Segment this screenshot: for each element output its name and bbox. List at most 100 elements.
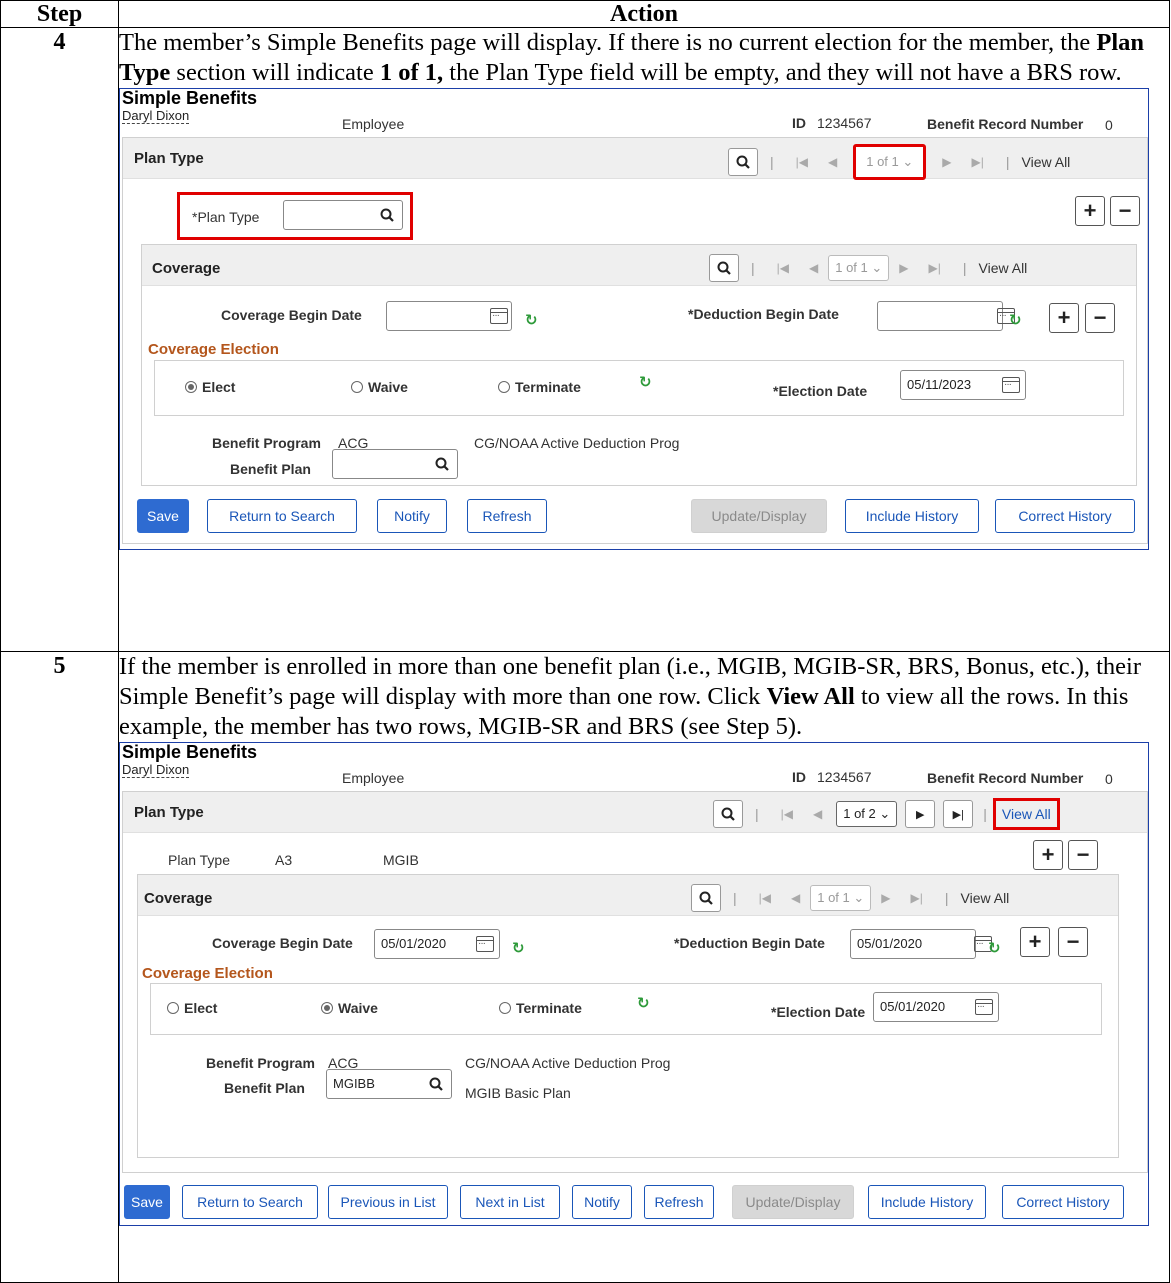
benefit-record-label: Benefit Record Number (927, 770, 1084, 786)
plan-type-label: *Plan Type (192, 209, 260, 225)
add-row-button[interactable]: + (1033, 840, 1063, 870)
benefit-plan-input[interactable] (332, 449, 458, 479)
elect-radio[interactable]: Elect (167, 1000, 217, 1016)
terminate-radio[interactable]: Terminate (498, 379, 581, 395)
add-coverage-button[interactable]: + (1049, 303, 1079, 333)
magnifier-icon (435, 457, 449, 471)
coverage-title: Coverage (152, 260, 221, 277)
refresh-icon: ↻ (1009, 312, 1022, 329)
search-icon[interactable] (713, 800, 743, 828)
previous-icon[interactable]: ◀ (813, 807, 822, 821)
save-button[interactable]: Save (137, 499, 189, 533)
plan-type-nav: | |◀ ◀ 1 of 2 ⌄ ▶ ▶| | View All (713, 798, 1060, 830)
previous-in-list-button[interactable]: Previous in List (328, 1185, 448, 1219)
step-header: Step (0, 0, 119, 28)
last-icon[interactable]: ▶| (929, 261, 941, 275)
correct-history-button[interactable]: Correct History (995, 499, 1135, 533)
benefit-plan-label: Benefit Plan (224, 1080, 305, 1096)
delete-coverage-button[interactable]: − (1058, 927, 1088, 957)
previous-icon[interactable]: ◀ (809, 261, 818, 275)
elect-radio[interactable]: Elect (185, 379, 235, 395)
refresh-button[interactable]: Refresh (644, 1185, 714, 1219)
view-all-link[interactable]: View All (961, 890, 1010, 906)
plan-type-header: Plan Type | |◀ ◀ 1 of 1 ⌄ ▶ ▶| | View Al… (123, 138, 1147, 180)
update-display-button[interactable]: Update/Display (691, 499, 827, 533)
first-icon[interactable]: |◀ (759, 891, 771, 905)
save-button[interactable]: Save (124, 1185, 170, 1219)
notify-button[interactable]: Notify (572, 1185, 632, 1219)
waive-radio[interactable]: Waive (321, 1000, 378, 1016)
page-title: Simple Benefits (122, 742, 258, 762)
refresh-icon: ↻ (637, 995, 650, 1012)
update-display-button[interactable]: Update/Display (732, 1185, 854, 1219)
first-icon[interactable]: |◀ (796, 155, 808, 169)
deduction-begin-input[interactable] (877, 301, 1003, 331)
correct-history-button[interactable]: Correct History (1002, 1185, 1124, 1219)
next-icon[interactable]: ▶ (899, 261, 908, 275)
previous-icon[interactable]: ◀ (828, 155, 837, 169)
calendar-icon[interactable] (1002, 377, 1020, 393)
calendar-icon[interactable] (975, 999, 993, 1015)
plan-type-input[interactable] (283, 200, 403, 230)
add-row-button[interactable]: + (1075, 196, 1105, 226)
next-icon[interactable]: ▶ (942, 155, 951, 169)
next-in-list-button[interactable]: Next in List (460, 1185, 560, 1219)
notify-button[interactable]: Notify (377, 499, 447, 533)
delete-row-button[interactable]: − (1110, 196, 1140, 226)
delete-coverage-button[interactable]: − (1085, 303, 1115, 333)
return-to-search-button[interactable]: Return to Search (207, 499, 357, 533)
include-history-button[interactable]: Include History (845, 499, 979, 533)
row-count-select[interactable]: 1 of 2 ⌄ (836, 801, 898, 827)
view-all-link[interactable]: View All (1022, 154, 1071, 170)
last-icon[interactable]: ▶| (911, 891, 923, 905)
row-count-select[interactable]: 1 of 1 ⌄ (828, 255, 890, 281)
previous-icon[interactable]: ◀ (791, 891, 800, 905)
id-value: 1234567 (817, 769, 872, 785)
delete-row-button[interactable]: − (1068, 840, 1098, 870)
step-number: 5 (0, 651, 119, 1283)
deduction-begin-label: *Deduction Begin Date (688, 306, 839, 322)
last-button[interactable]: ▶| (943, 800, 974, 828)
employee-type: Employee (342, 116, 405, 132)
refresh-button[interactable]: Refresh (467, 499, 547, 533)
refresh-icon: ↻ (639, 374, 652, 391)
row-count-select[interactable]: 1 of 1 ⌄ (810, 885, 872, 911)
return-to-search-button[interactable]: Return to Search (182, 1185, 318, 1219)
id-label: ID (792, 769, 806, 785)
coverage-nav: | |◀ ◀ 1 of 1 ⌄ ▶ ▶| | View All (691, 884, 1009, 912)
step-action: If the member is enrolled in more than o… (118, 651, 1170, 1283)
magnifier-icon (380, 208, 394, 222)
calendar-icon[interactable] (490, 308, 508, 324)
first-icon[interactable]: |◀ (777, 261, 789, 275)
header-row: Step Action (0, 0, 1170, 28)
view-all-link[interactable]: View All (979, 260, 1028, 276)
step-row-5: 5 If the member is enrolled in more than… (0, 651, 1170, 1283)
next-button[interactable]: ▶ (905, 800, 936, 828)
search-icon[interactable] (728, 148, 758, 176)
search-icon[interactable] (691, 884, 721, 912)
plan-type-title: Plan Type (134, 150, 204, 167)
plan-type-nav: | |◀ ◀ 1 of 1 ⌄ ▶ ▶| | View All (728, 144, 1070, 180)
action-header: Action (118, 0, 1170, 28)
refresh-icon: ↻ (988, 940, 1001, 957)
calendar-icon[interactable] (476, 936, 494, 952)
refresh-icon: ↻ (525, 312, 538, 329)
employee-name: Daryl Dixon (122, 108, 190, 124)
first-icon[interactable]: |◀ (781, 807, 793, 821)
include-history-button[interactable]: Include History (868, 1185, 986, 1219)
coverage-group: Coverage | |◀ ◀ 1 of 1 ⌄ ▶ ▶| | View All… (141, 244, 1137, 486)
magnifier-icon (429, 1077, 443, 1091)
next-icon[interactable]: ▶ (881, 891, 890, 905)
view-all-link[interactable]: View All (992, 798, 1060, 830)
deduction-begin-input[interactable]: 05/01/2020 (850, 929, 976, 959)
benefit-plan-input[interactable]: MGIBB (326, 1069, 452, 1099)
add-coverage-button[interactable]: + (1020, 927, 1050, 957)
search-icon[interactable] (709, 254, 739, 282)
waive-radio[interactable]: Waive (351, 379, 408, 395)
terminate-radio[interactable]: Terminate (499, 1000, 582, 1016)
row-count-select[interactable]: 1 of 1 ⌄ (853, 144, 927, 180)
coverage-election-box: Elect Waive Terminate ↻ *Election Date 0… (150, 983, 1102, 1035)
benefit-plan-label: Benefit Plan (230, 461, 311, 477)
last-icon[interactable]: ▶| (972, 155, 984, 169)
benefit-program-desc: CG/NOAA Active Deduction Prog (465, 1055, 671, 1071)
